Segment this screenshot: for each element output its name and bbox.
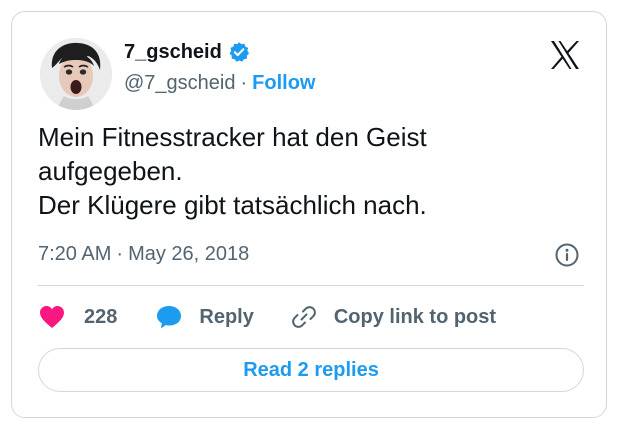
tweet-text: Mein Fitnesstracker hat den Geist aufgeg…	[38, 120, 588, 222]
author-name[interactable]: 7_gscheid	[124, 40, 222, 64]
copy-link-button[interactable]: Copy link to post	[290, 304, 496, 330]
avatar-image	[40, 38, 112, 110]
verified-badge-icon	[228, 41, 250, 63]
tweet-time: 7:20 AM	[38, 243, 112, 265]
tweet-date: May 26, 2018	[128, 243, 250, 265]
like-button[interactable]: 228	[38, 304, 117, 330]
action-bar: 228 Reply Copy link to post	[38, 302, 496, 332]
heart-icon	[40, 306, 64, 328]
reply-button[interactable]: Reply	[155, 304, 254, 330]
tweet-timestamp[interactable]: 7:20 AM · May 26, 2018	[38, 242, 249, 266]
info-icon[interactable]	[554, 242, 580, 268]
author-name-row: 7_gscheid	[124, 40, 250, 64]
tweet-card: 7_gscheid @7_gscheid · Follow Mein Fitness…	[11, 11, 607, 418]
author-handle[interactable]: @7_gscheid	[124, 72, 235, 94]
tweet-text-line: Mein Fitnesstracker hat den Geist	[38, 122, 427, 152]
divider	[38, 285, 584, 286]
author-handle-row: @7_gscheid · Follow	[124, 71, 315, 95]
like-count: 228	[84, 305, 118, 328]
handle-separator: ·	[240, 72, 248, 94]
reply-label: Reply	[199, 305, 254, 328]
timestamp-separator: ·	[116, 243, 124, 265]
follow-button[interactable]: Follow	[252, 72, 315, 94]
x-logo-icon[interactable]	[548, 38, 582, 72]
tweet-text-line: Der Klügere gibt tatsächlich nach.	[38, 190, 427, 220]
read-replies-button[interactable]: Read 2 replies	[38, 348, 584, 392]
speech-bubble-icon	[157, 306, 182, 329]
link-icon	[291, 306, 316, 328]
copy-link-label: Copy link to post	[333, 305, 497, 328]
tweet-text-line: aufgegeben.	[38, 156, 183, 186]
avatar[interactable]	[40, 38, 112, 110]
